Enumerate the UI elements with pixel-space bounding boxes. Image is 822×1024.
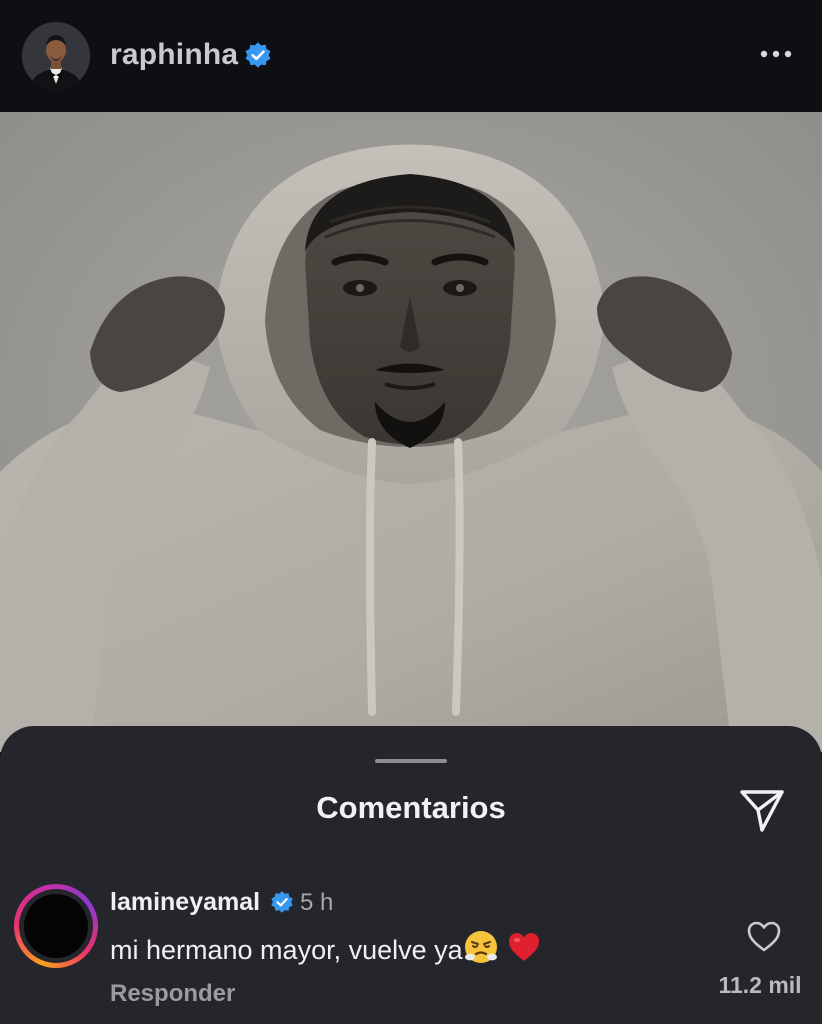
comment-timestamp: 5 h [300,889,334,916]
commenter-avatar [24,894,88,958]
comments-sheet: Comentarios lamineyamal 5 h mi hermano m… [0,726,822,1024]
verified-badge-icon [245,42,271,68]
comments-title: Comentarios [316,790,506,825]
red-heart-emoji [509,933,540,961]
post-photo[interactable] [0,112,822,752]
sheet-drag-handle[interactable] [375,759,447,763]
huffing-face-emoji [464,931,497,963]
post-header: raphinha [0,0,822,112]
more-options-icon[interactable] [754,34,798,74]
comment-body: mi hermano mayor, vuelve ya [110,935,463,965]
header-username[interactable]: raphinha [110,38,238,72]
verified-badge-icon [271,891,293,913]
reply-button[interactable]: Responder [110,980,235,1008]
paper-plane-icon[interactable] [738,786,786,834]
comment-text: mi hermano mayor, vuelve ya [110,929,542,966]
profile-avatar[interactable] [22,22,90,90]
heart-outline-icon[interactable] [744,916,784,956]
like-count: 11.2 mil [718,972,802,998]
commenter-avatar-story-ring[interactable] [14,884,98,968]
comment-username[interactable]: lamineyamal [110,888,260,917]
